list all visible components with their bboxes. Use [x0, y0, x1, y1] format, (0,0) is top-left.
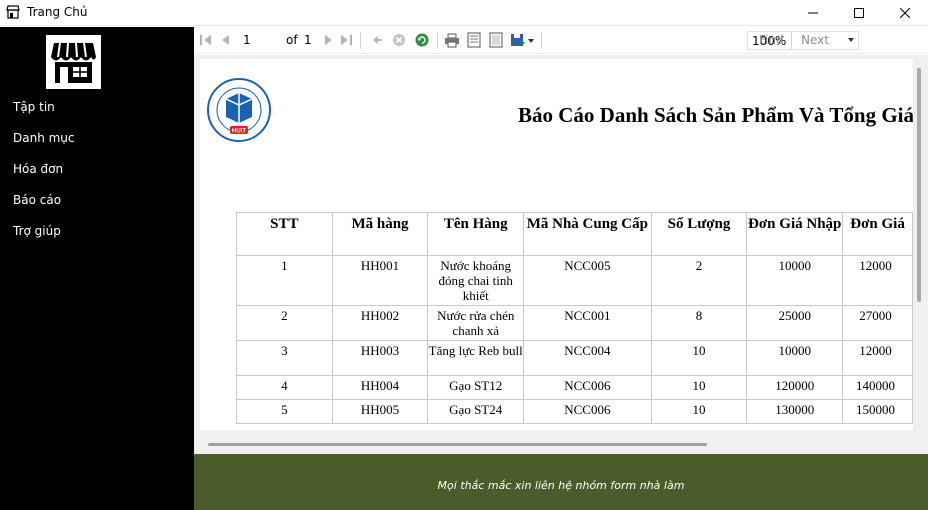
table-cell: 5 — [236, 399, 333, 424]
sidebar: Tập tin Danh mục Hóa đơn Báo cáo Trợ giú… — [0, 27, 194, 510]
column-header: Đơn Giá Nhập — [746, 212, 844, 256]
app-logo — [46, 35, 101, 89]
table-cell: 1 — [236, 255, 333, 306]
minimize-icon — [808, 12, 818, 14]
menu-help[interactable]: Trợ giúp — [13, 224, 61, 238]
title-bar: Trang Chủ — [0, 0, 928, 26]
table-row: 2 HH002 Nước rửa chén chanh xả NCC001 8 … — [236, 305, 913, 341]
table-cell: Nước rửa chén chanh xả — [427, 305, 525, 341]
find-button[interactable]: Find — [759, 33, 784, 47]
footer: Mọi thắc mắc xin liên hệ nhóm form nhà l… — [194, 454, 928, 510]
table-cell: Tăng lực Reb bull — [427, 340, 525, 376]
horizontal-scrollbar[interactable] — [208, 443, 707, 446]
table-cell: NCC006 — [523, 375, 652, 400]
page-of-label: of — [286, 33, 298, 47]
table-cell: 10000 — [746, 255, 844, 306]
table-cell: 150000 — [842, 399, 913, 424]
menu-category[interactable]: Danh mục — [13, 131, 75, 145]
maximize-icon — [854, 8, 864, 18]
table-cell: NCC001 — [523, 305, 652, 341]
close-icon — [900, 8, 910, 18]
table-cell: 12000 — [842, 340, 913, 376]
store-icon — [6, 5, 20, 19]
table-cell: NCC005 — [523, 255, 652, 306]
table-cell: HH004 — [331, 375, 429, 400]
table-cell: Gạo ST12 — [427, 375, 525, 400]
table-cell: NCC006 — [523, 399, 652, 424]
table-cell: 4 — [236, 375, 333, 400]
toolbar-separator — [360, 32, 361, 49]
menu-file[interactable]: Tập tin — [13, 100, 55, 114]
column-header: Mã Nhà Cung Cấp — [523, 212, 652, 256]
toolbar-separator — [791, 32, 792, 49]
report-title: Báo Cáo Danh Sách Sản Phẩm Và Tổng Giá — [518, 103, 913, 127]
table-cell: 25000 — [746, 305, 844, 341]
table-cell: 10 — [650, 375, 748, 400]
table-row: 4 HH004 Gạo ST12 NCC006 10 120000 140000 — [236, 375, 913, 400]
table-cell: 3 — [236, 340, 333, 376]
next-page-icon[interactable] — [320, 32, 336, 48]
column-header: Đơn Giá — [842, 212, 913, 256]
toolbar-separator — [541, 32, 542, 49]
table-cell: 10 — [650, 340, 748, 376]
column-header: Số Lượng — [650, 212, 748, 256]
toolbar-separator — [437, 32, 438, 49]
footer-text: Mọi thắc mắc xin liên hệ nhóm form nhà l… — [437, 479, 685, 492]
export-icon[interactable] — [510, 32, 526, 48]
table-cell: 12000 — [842, 255, 913, 306]
column-header: Tên Hàng — [427, 212, 525, 256]
table-cell: 10000 — [746, 340, 844, 376]
menu-invoice[interactable]: Hóa đơn — [13, 162, 63, 176]
table-cell: HH002 — [331, 305, 429, 341]
find-next-button[interactable]: Next — [801, 33, 829, 47]
table-row: 3 HH003 Tăng lực Reb bull NCC004 10 1000… — [236, 340, 913, 376]
last-page-icon[interactable] — [338, 32, 354, 48]
window-title: Trang Chủ — [27, 5, 88, 19]
close-button[interactable] — [882, 0, 928, 26]
back-icon[interactable] — [368, 32, 384, 48]
store-icon — [51, 42, 96, 83]
column-header: Mã hàng — [331, 212, 429, 256]
page-number-input[interactable] — [243, 31, 277, 49]
print-layout-icon[interactable] — [466, 32, 482, 48]
table-cell: 130000 — [746, 399, 844, 424]
print-icon[interactable] — [444, 32, 460, 48]
table-cell: HH003 — [331, 340, 429, 376]
table-cell: Gạo ST24 — [427, 399, 525, 424]
table-cell: 8 — [650, 305, 748, 341]
table-cell: 120000 — [746, 375, 844, 400]
stop-icon[interactable] — [391, 32, 407, 48]
table-row: 5 HH005 Gạo ST24 NCC006 10 130000 150000 — [236, 399, 913, 424]
minimize-button[interactable] — [790, 0, 836, 26]
logo-text: HUIT — [232, 129, 246, 135]
chevron-down-icon — [848, 38, 854, 42]
table-cell: 140000 — [842, 375, 913, 400]
column-header: STT — [236, 212, 333, 256]
previous-page-icon[interactable] — [218, 32, 234, 48]
report-page: HUIT Báo Cáo Danh Sách Sản Phẩm Và Tổng … — [200, 59, 913, 430]
table-header-row: STT Mã hàng Tên Hàng Mã Nhà Cung Cấp Số … — [236, 212, 913, 256]
university-logo: HUIT — [207, 78, 271, 142]
page-setup-icon[interactable] — [488, 32, 504, 48]
table-cell: Nước khoáng đóng chai tinh khiết — [427, 255, 525, 306]
vertical-scrollbar[interactable] — [917, 68, 921, 302]
table-cell: HH001 — [331, 255, 429, 306]
page-total: 1 — [304, 33, 312, 47]
maximize-button[interactable] — [836, 0, 882, 26]
refresh-icon[interactable] — [414, 32, 430, 48]
table-cell: HH005 — [331, 399, 429, 424]
chevron-down-icon[interactable] — [528, 39, 534, 43]
table-cell: 10 — [650, 399, 748, 424]
table-cell: NCC004 — [523, 340, 652, 376]
menu-report[interactable]: Báo cáo — [13, 193, 61, 207]
table-cell: 2 — [236, 305, 333, 341]
first-page-icon[interactable] — [198, 32, 214, 48]
table-cell: 27000 — [842, 305, 913, 341]
table-cell: 2 — [650, 255, 748, 306]
report-toolbar: of 1 100% Find Next — [194, 27, 928, 54]
table-row: 1 HH001 Nước khoáng đóng chai tinh khiết… — [236, 255, 913, 306]
report-table: STT Mã hàng Tên Hàng Mã Nhà Cung Cấp Số … — [236, 212, 913, 424]
